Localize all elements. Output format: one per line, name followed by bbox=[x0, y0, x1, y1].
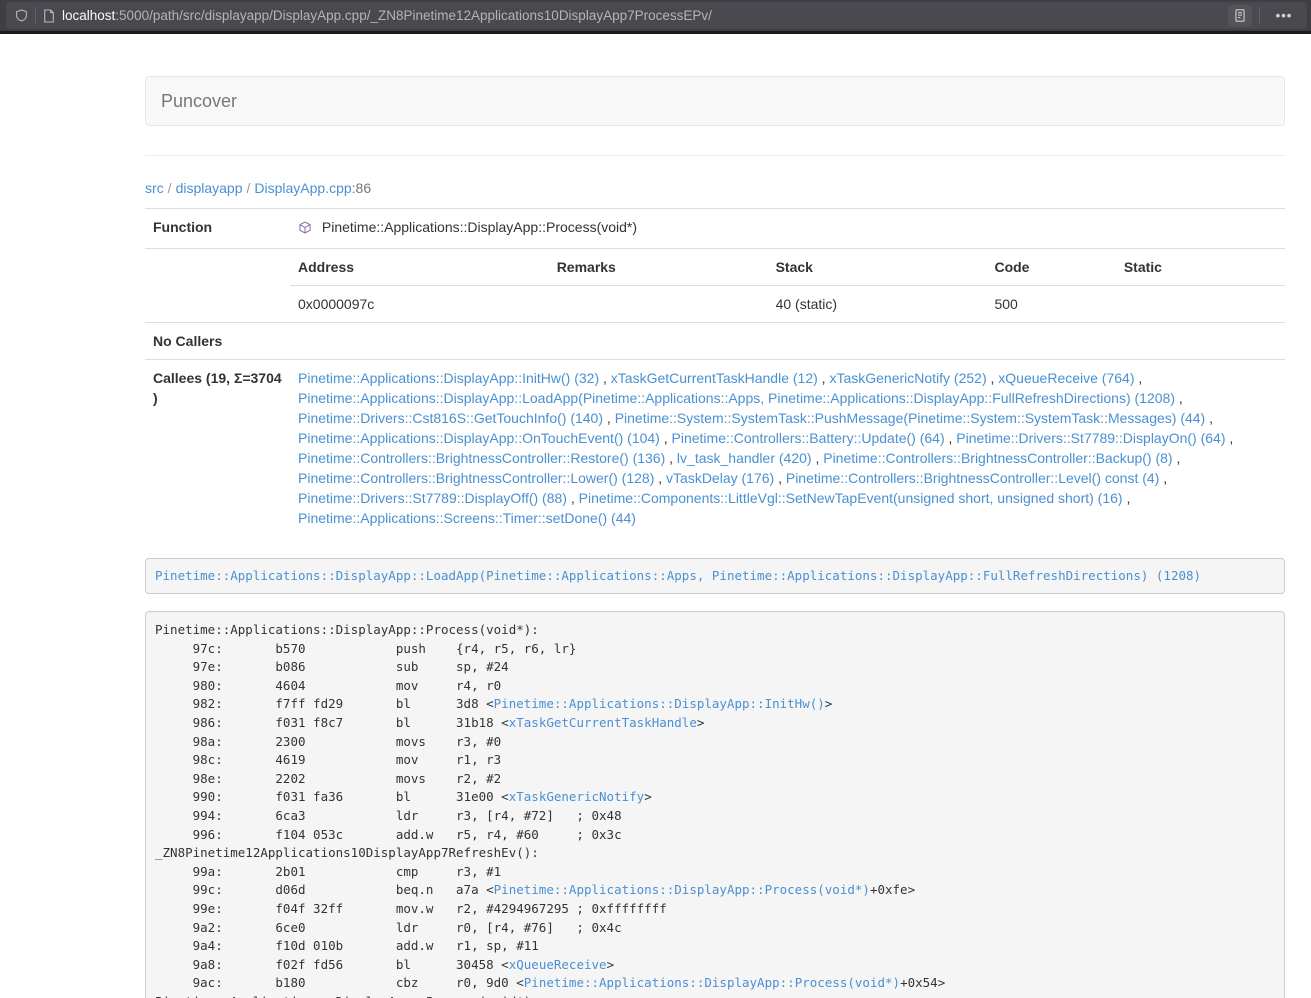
menu-button[interactable]: ••• bbox=[1267, 8, 1301, 23]
header-address: Address bbox=[290, 249, 549, 286]
callee-link[interactable]: Pinetime::Drivers::Cst816S::GetTouchInfo… bbox=[298, 410, 603, 426]
callee-separator: , bbox=[945, 430, 957, 446]
no-callers-label: No Callers bbox=[145, 323, 290, 360]
detail-data-row: 0x0000097c 40 (static) 500 bbox=[290, 286, 1285, 323]
callees-label: Callees (19, Σ=3704 ) bbox=[145, 360, 290, 537]
code-symbol-link[interactable]: Pinetime::Applications::DisplayApp::Proc… bbox=[524, 975, 900, 990]
breadcrumb-link[interactable]: DisplayApp.cpp bbox=[254, 180, 351, 196]
page-container: Puncover src/displayapp/DisplayApp.cpp:8… bbox=[145, 76, 1285, 998]
code-symbol-link[interactable]: xTaskGenericNotify bbox=[509, 789, 644, 804]
callee-separator: , bbox=[1123, 490, 1131, 506]
function-name: Pinetime::Applications::DisplayApp::Proc… bbox=[322, 219, 637, 235]
urlbar-separator bbox=[35, 7, 36, 24]
callees-row: Callees (19, Σ=3704 ) Pinetime::Applicat… bbox=[145, 360, 1285, 537]
callee-separator: , bbox=[599, 370, 611, 386]
app-navbar: Puncover bbox=[145, 76, 1285, 126]
reader-mode-button[interactable] bbox=[1228, 5, 1252, 27]
browser-toolbar: localhost:5000/path/src/displayapp/Displ… bbox=[0, 0, 1311, 34]
callee-link[interactable]: Pinetime::Controllers::BrightnessControl… bbox=[298, 450, 665, 466]
callee-link[interactable]: Pinetime::Controllers::Battery::Update()… bbox=[672, 430, 945, 446]
callee-link[interactable]: xQueueReceive (764) bbox=[998, 370, 1134, 386]
callee-separator: , bbox=[603, 410, 615, 426]
callee-link[interactable]: Pinetime::Controllers::BrightnessControl… bbox=[823, 450, 1172, 466]
callee-separator: , bbox=[812, 450, 824, 466]
callee-separator: , bbox=[1173, 450, 1181, 466]
value-code: 500 bbox=[986, 286, 1115, 323]
code-symbol-link[interactable]: xTaskGetCurrentTaskHandle bbox=[509, 715, 697, 730]
code-symbol-link[interactable]: Pinetime::Applications::DisplayApp::Proc… bbox=[494, 882, 870, 897]
callee-link[interactable]: Pinetime::Applications::DisplayApp::Init… bbox=[298, 370, 599, 386]
callee-separator: , bbox=[1159, 470, 1167, 486]
breadcrumb-separator: / bbox=[164, 180, 176, 196]
address-bar[interactable]: localhost:5000/path/src/displayapp/Displ… bbox=[6, 2, 1307, 29]
code-symbol-link[interactable]: xQueueReceive bbox=[509, 957, 607, 972]
code-symbol-link[interactable]: Pinetime::Applications::DisplayApp::Init… bbox=[494, 696, 825, 711]
symbol-cube-icon bbox=[298, 222, 316, 238]
callee-link[interactable]: vTaskDelay (176) bbox=[666, 470, 774, 486]
function-row: Function Pinetime::Applications::Display… bbox=[145, 209, 1285, 249]
value-remarks bbox=[549, 286, 768, 323]
callee-separator: , bbox=[665, 450, 677, 466]
breadcrumb-link[interactable]: displayapp bbox=[176, 180, 243, 196]
callee-separator: , bbox=[660, 430, 672, 446]
callee-link[interactable]: xTaskGetCurrentTaskHandle (12) bbox=[611, 370, 818, 386]
callees-list: Pinetime::Applications::DisplayApp::Init… bbox=[290, 360, 1285, 537]
highlighted-symbol-link[interactable]: Pinetime::Applications::DisplayApp::Load… bbox=[155, 568, 1201, 583]
callee-separator: , bbox=[818, 370, 830, 386]
detail-header-row: Address Remarks Stack Code Static bbox=[290, 249, 1285, 286]
no-callers-row: No Callers bbox=[145, 323, 1285, 360]
shield-icon[interactable] bbox=[15, 8, 28, 23]
highlighted-symbol-box: Pinetime::Applications::DisplayApp::Load… bbox=[145, 558, 1285, 594]
callee-link[interactable]: Pinetime::Controllers::BrightnessControl… bbox=[786, 470, 1159, 486]
callee-link[interactable]: Pinetime::Applications::DisplayApp::OnTo… bbox=[298, 430, 660, 446]
symbol-detail-table: Address Remarks Stack Code Static 0x0000… bbox=[290, 249, 1285, 322]
callee-separator: , bbox=[654, 470, 666, 486]
detail-row-outer: Address Remarks Stack Code Static 0x0000… bbox=[145, 249, 1285, 323]
value-stack: 40 (static) bbox=[768, 286, 987, 323]
breadcrumb-separator: / bbox=[243, 180, 255, 196]
url-path: :5000/path/src/displayapp/DisplayApp.cpp… bbox=[115, 8, 712, 23]
callee-link[interactable]: Pinetime::Applications::Screens::Timer::… bbox=[298, 510, 636, 526]
breadcrumb-line-number: :86 bbox=[352, 180, 371, 196]
divider bbox=[145, 155, 1285, 156]
callee-link[interactable]: xTaskGenericNotify (252) bbox=[829, 370, 986, 386]
callee-separator: , bbox=[987, 370, 999, 386]
callee-link[interactable]: lv_task_handler (420) bbox=[677, 450, 812, 466]
callee-link[interactable]: Pinetime::Controllers::BrightnessControl… bbox=[298, 470, 654, 486]
callee-separator: , bbox=[1226, 430, 1234, 446]
header-stack: Stack bbox=[768, 249, 987, 286]
header-code: Code bbox=[986, 249, 1115, 286]
url-host: localhost bbox=[62, 8, 115, 23]
callee-separator: , bbox=[774, 470, 786, 486]
callee-separator: , bbox=[1134, 370, 1142, 386]
breadcrumb-link[interactable]: src bbox=[145, 180, 164, 196]
callee-link[interactable]: Pinetime::Components::LittleVgl::SetNewT… bbox=[579, 490, 1123, 506]
header-static: Static bbox=[1116, 249, 1285, 286]
brand-title[interactable]: Puncover bbox=[146, 91, 252, 112]
function-table: Function Pinetime::Applications::Display… bbox=[145, 208, 1285, 536]
value-static bbox=[1116, 286, 1285, 323]
page-icon[interactable] bbox=[43, 9, 55, 23]
url-text[interactable]: localhost:5000/path/src/displayapp/Displ… bbox=[62, 8, 1221, 23]
callee-separator: , bbox=[1205, 410, 1213, 426]
breadcrumb: src/displayapp/DisplayApp.cpp:86 bbox=[145, 178, 1285, 198]
callee-link[interactable]: Pinetime::Applications::DisplayApp::Load… bbox=[298, 390, 1175, 406]
header-remarks: Remarks bbox=[549, 249, 768, 286]
function-label: Function bbox=[145, 209, 290, 249]
callee-link[interactable]: Pinetime::System::SystemTask::PushMessag… bbox=[615, 410, 1206, 426]
callee-separator: , bbox=[1175, 390, 1183, 406]
callee-link[interactable]: Pinetime::Drivers::St7789::DisplayOff() … bbox=[298, 490, 567, 506]
callee-link[interactable]: Pinetime::Drivers::St7789::DisplayOn() (… bbox=[956, 430, 1225, 446]
toolbar-separator bbox=[1259, 7, 1260, 24]
disassembly-listing: Pinetime::Applications::DisplayApp::Proc… bbox=[145, 611, 1285, 998]
callee-separator: , bbox=[567, 490, 579, 506]
value-address: 0x0000097c bbox=[290, 286, 549, 323]
